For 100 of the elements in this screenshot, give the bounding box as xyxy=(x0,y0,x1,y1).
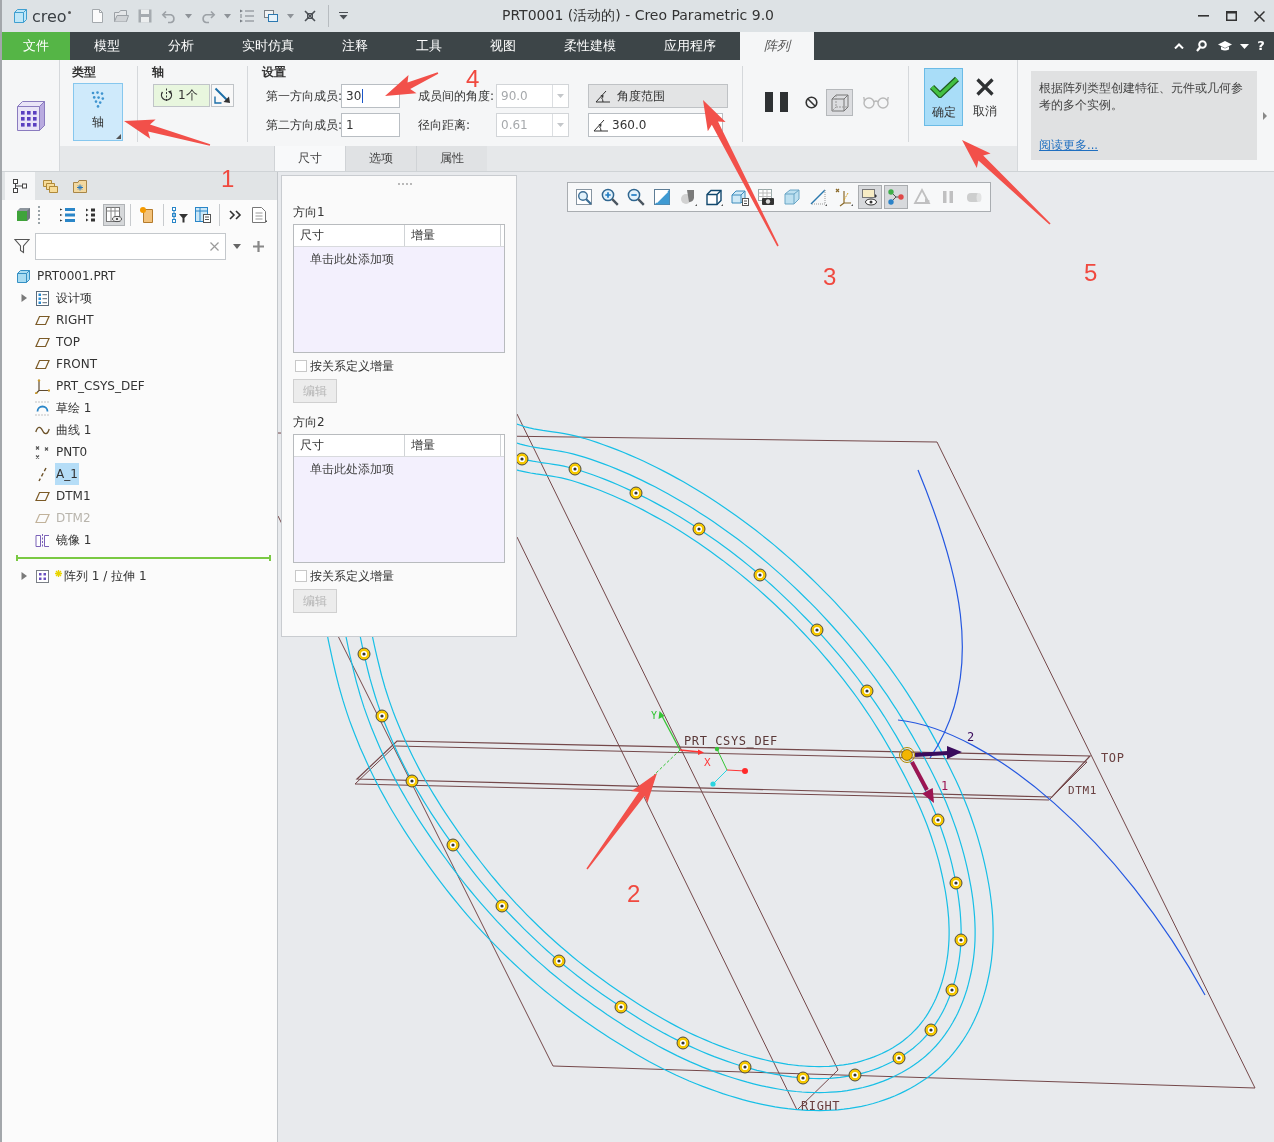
number-field[interactable]: 1 xyxy=(341,113,400,137)
tree-item[interactable]: FRONT xyxy=(55,354,98,374)
axis-label: X xyxy=(704,756,712,769)
direction-arrow xyxy=(910,761,934,803)
angle-field[interactable]: 360.0 xyxy=(588,113,723,137)
pause-icon xyxy=(765,92,788,112)
scroll-right-icon[interactable] xyxy=(1263,112,1267,120)
preview-button[interactable] xyxy=(826,88,853,116)
caret-down-icon xyxy=(223,13,231,19)
shaded-cube-icon xyxy=(15,206,33,224)
ribbon-tab[interactable]: 模型 xyxy=(70,32,144,60)
point-marker-icon xyxy=(945,983,959,997)
hatched-plane-icon xyxy=(808,187,828,207)
tree-filter-button[interactable] xyxy=(169,204,191,226)
ribbon-tab[interactable]: 分析 xyxy=(144,32,218,60)
ribbon-tab[interactable]: 应用程序 xyxy=(640,32,740,60)
axis-collector[interactable]: 1个 xyxy=(153,84,210,107)
pattern-grid-icon xyxy=(16,99,45,132)
checkbox[interactable] xyxy=(295,570,307,582)
add-item-prompt[interactable]: 单击此处添加项 xyxy=(310,462,394,476)
camera-icon xyxy=(756,187,776,207)
confirm-button[interactable]: 确定 xyxy=(924,68,963,126)
maximize-icon xyxy=(1225,11,1237,21)
clear-icon[interactable] xyxy=(210,241,219,251)
point-marker-icon xyxy=(810,623,824,637)
tree-search-field[interactable] xyxy=(35,232,226,260)
text-cursor-icon xyxy=(362,89,364,103)
point-marker-icon xyxy=(375,709,389,723)
point-marker-icon xyxy=(692,522,706,536)
diagonal-arrow-icon xyxy=(214,87,231,104)
expand-arrow-icon[interactable] xyxy=(20,572,28,580)
model-tree-tab[interactable] xyxy=(5,172,35,200)
panel-tab[interactable]: 尺寸 xyxy=(274,146,345,171)
flip-button[interactable] xyxy=(211,84,234,107)
columns-button[interactable] xyxy=(103,204,125,226)
axis-pattern-button[interactable]: 轴 xyxy=(73,83,123,141)
tree-item[interactable]: DTM1 xyxy=(55,486,92,506)
ribbon-tab[interactable]: 阵列 xyxy=(740,32,814,60)
shaded-shapes-icon xyxy=(678,187,698,207)
folder-star-icon xyxy=(72,178,88,194)
tree-item[interactable]: 曲线 1 xyxy=(55,420,93,440)
triad-handle-icon xyxy=(710,746,748,787)
tree-item[interactable]: PNT0 xyxy=(55,442,89,462)
point-marker-icon xyxy=(568,462,582,476)
ribbon-tab[interactable]: 实时仿真 xyxy=(218,32,318,60)
logo-text: creo xyxy=(32,6,67,26)
checkbox[interactable] xyxy=(295,360,307,372)
tree-item[interactable]: 阵列 1 / 拉伸 1 xyxy=(63,566,148,586)
annotation-number: 2 xyxy=(627,882,641,906)
point-marker-icon xyxy=(860,684,874,698)
undo-icon xyxy=(160,8,177,24)
glass-box-icon xyxy=(782,187,802,207)
ribbon-tab[interactable]: 注释 xyxy=(318,32,392,60)
panel-tab[interactable]: 选项 xyxy=(345,146,416,171)
tree-item[interactable]: PRT_CSYS_DEF xyxy=(55,376,146,396)
annotation-number: 1 xyxy=(221,167,235,191)
number-field[interactable]: 30 xyxy=(341,84,400,108)
caret-down-icon xyxy=(338,12,348,20)
point-marker-icon xyxy=(954,933,968,947)
filter-icon[interactable] xyxy=(14,238,30,254)
logo-cube-icon xyxy=(14,9,27,23)
read-more-link[interactable]: 阅读更多... xyxy=(1039,138,1098,153)
section-title: 方向1 xyxy=(293,205,325,219)
minimize-icon xyxy=(1197,15,1209,17)
arc-icon xyxy=(35,400,50,416)
point-marker-icon xyxy=(931,813,945,827)
document-icon xyxy=(250,206,268,224)
annotation-display-button[interactable] xyxy=(858,185,882,209)
help-button[interactable]: ? xyxy=(1254,35,1268,57)
tree-item[interactable]: RIGHT xyxy=(55,310,95,330)
point-marker-icon xyxy=(738,1060,752,1074)
angle-range-button[interactable]: 角度范围 xyxy=(588,84,728,108)
layers-icon xyxy=(42,178,58,194)
add-item-prompt[interactable]: 单击此处添加项 xyxy=(310,252,394,266)
tree-item[interactable]: 草绘 1 xyxy=(55,398,93,418)
tree-columns-button[interactable] xyxy=(192,204,214,226)
panel-tab[interactable]: 属性 xyxy=(416,146,487,171)
list-icon xyxy=(35,290,50,306)
column-header: 尺寸 xyxy=(294,225,405,246)
zoom-in-icon xyxy=(600,187,620,207)
add-icon xyxy=(252,240,264,252)
star-sheet-icon xyxy=(138,206,156,224)
tree-item[interactable]: 设计项 xyxy=(55,288,93,308)
ribbon-tab[interactable]: 视图 xyxy=(466,32,540,60)
graduation-cap-icon xyxy=(1217,41,1232,51)
ribbon-tab[interactable]: 工具 xyxy=(392,32,466,60)
expand-arrow-icon[interactable] xyxy=(20,294,28,302)
table-sheet-icon xyxy=(194,206,212,224)
tree-item[interactable]: 镜像 1 xyxy=(55,530,93,550)
field-label: 第二方向成员: xyxy=(266,116,341,134)
cube-sheet-icon xyxy=(730,187,750,207)
tree-item[interactable]: TOP xyxy=(55,332,81,352)
ribbon-tab[interactable]: 柔性建模 xyxy=(540,32,640,60)
tree-item[interactable]: PRT0001.PRT xyxy=(36,266,117,286)
tree-icon xyxy=(12,178,28,194)
search-icon xyxy=(1196,40,1207,52)
dotted-arc-icon xyxy=(90,91,106,108)
tree-item[interactable]: A_1 xyxy=(55,463,79,485)
point-marker-icon xyxy=(949,876,963,890)
cancel-button[interactable]: 取消 xyxy=(968,68,1002,126)
